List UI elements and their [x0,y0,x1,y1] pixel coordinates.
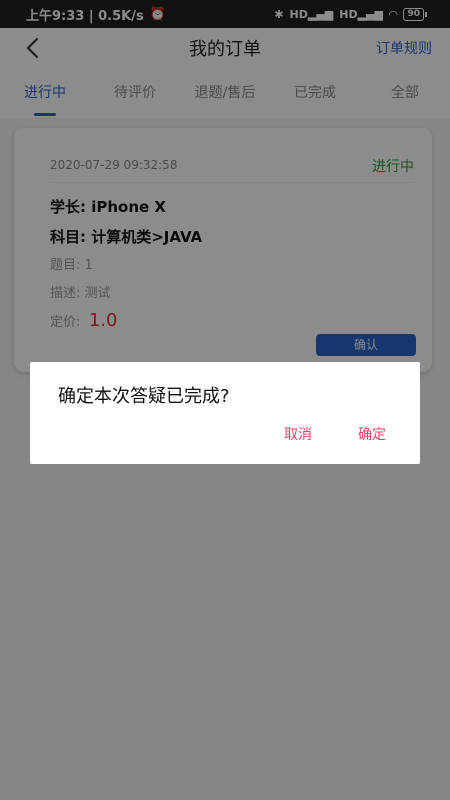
confirm-dialog: 确定本次答疑已完成? 取消 确定 [30,362,420,464]
dialog-cancel-button[interactable]: 取消 [284,424,312,444]
dialog-message: 确定本次答疑已完成? [58,386,230,407]
dialog-confirm-button[interactable]: 确定 [358,424,386,444]
